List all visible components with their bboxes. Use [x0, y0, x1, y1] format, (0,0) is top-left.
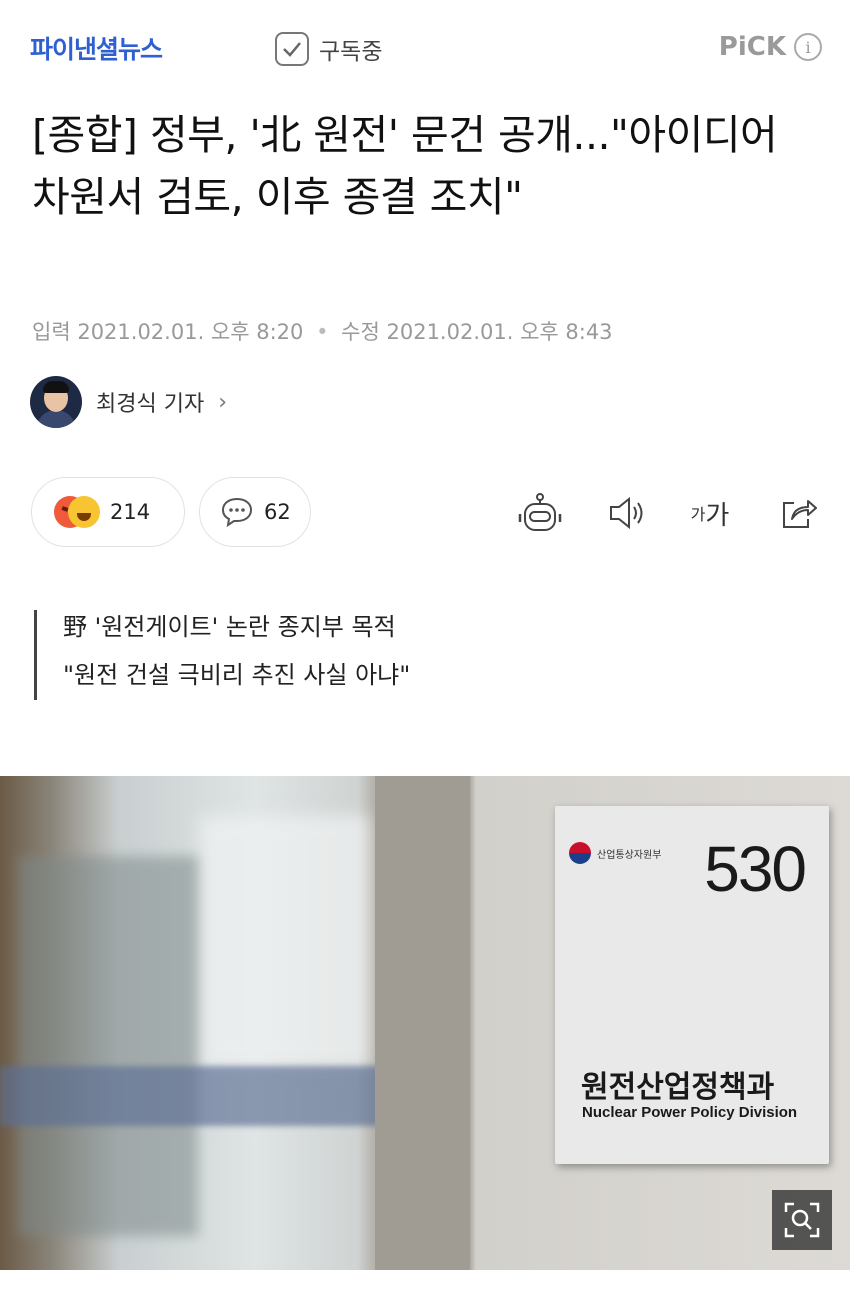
- article-header: 파이낸셜뉴스 구독중 PiCK i: [0, 0, 850, 100]
- zoom-icon: [784, 1202, 820, 1238]
- speaker-icon: [610, 496, 643, 530]
- subscribe-button[interactable]: 구독중: [275, 32, 382, 66]
- font-size-small: 가: [690, 505, 706, 524]
- info-icon[interactable]: i: [794, 33, 822, 61]
- article-subtitle: 野 '원전게이트' 논란 종지부 목적 "원전 건설 극비리 추진 사실 아냐": [34, 610, 634, 700]
- listen-button[interactable]: [602, 488, 652, 538]
- check-icon: [275, 32, 309, 66]
- happy-emoji-icon: [68, 496, 100, 528]
- subscribe-label: 구독중: [319, 39, 383, 65]
- modified-date: 2021.02.01. 오후 8:43: [386, 320, 613, 344]
- article-toolbar: 가가: [515, 488, 825, 538]
- article-title: [종합] 정부, '北 원전' 문건 공개..."아이디어 차원서 검토, 이후…: [32, 111, 778, 221]
- input-label: 입력: [32, 320, 71, 344]
- share-button[interactable]: [773, 488, 823, 538]
- comment-button[interactable]: 62: [199, 477, 311, 547]
- reporter-avatar: [30, 376, 82, 428]
- input-date: 2021.02.01. 오후 8:20: [77, 320, 304, 344]
- sign-english: Nuclear Power Policy Division: [582, 1104, 798, 1121]
- pick-badge[interactable]: PiCK i: [719, 32, 822, 62]
- pick-label: PiCK: [718, 32, 786, 62]
- sign-korean: 원전산업정책과: [581, 1070, 775, 1105]
- font-size-button[interactable]: 가가: [685, 488, 735, 538]
- ministry-logo: 산업통상자원부: [569, 842, 661, 864]
- reaction-button[interactable]: 214: [31, 477, 185, 547]
- share-icon: [783, 500, 817, 528]
- door-sign: 산업통상자원부 530 원전산업정책과 Nuclear Power Policy…: [555, 806, 829, 1164]
- robot-icon: [518, 493, 562, 531]
- reporter-name: 최경식 기자: [96, 392, 205, 417]
- summary-robot-button[interactable]: [515, 488, 565, 538]
- modified-label: 수정: [341, 320, 380, 344]
- separator-dot: •: [316, 320, 329, 344]
- article-dates: 입력 2021.02.01. 오후 8:20 • 수정 2021.02.01. …: [32, 316, 613, 346]
- ministry-logo-text: 산업통상자원부: [597, 849, 662, 861]
- zoom-button[interactable]: [772, 1190, 832, 1250]
- article-photo[interactable]: 산업통상자원부 530 원전산업정책과 Nuclear Power Policy…: [0, 776, 850, 1270]
- comment-count: 62: [264, 500, 291, 524]
- chevron-right-icon: ›: [218, 389, 228, 415]
- subtitle-line-2: "원전 건설 극비리 추진 사실 아냐": [63, 661, 411, 689]
- subtitle-line-1: 野 '원전게이트' 논란 종지부 목적: [63, 613, 396, 641]
- room-number: 530: [704, 833, 807, 905]
- reaction-count: 214: [110, 500, 151, 524]
- comment-icon: [221, 497, 253, 528]
- taegeuk-icon: [569, 842, 591, 864]
- publisher-logo[interactable]: 파이낸셜뉴스: [30, 30, 163, 66]
- font-size-large: 가: [705, 500, 730, 531]
- reporter-link[interactable]: 최경식 기자 ›: [30, 376, 227, 428]
